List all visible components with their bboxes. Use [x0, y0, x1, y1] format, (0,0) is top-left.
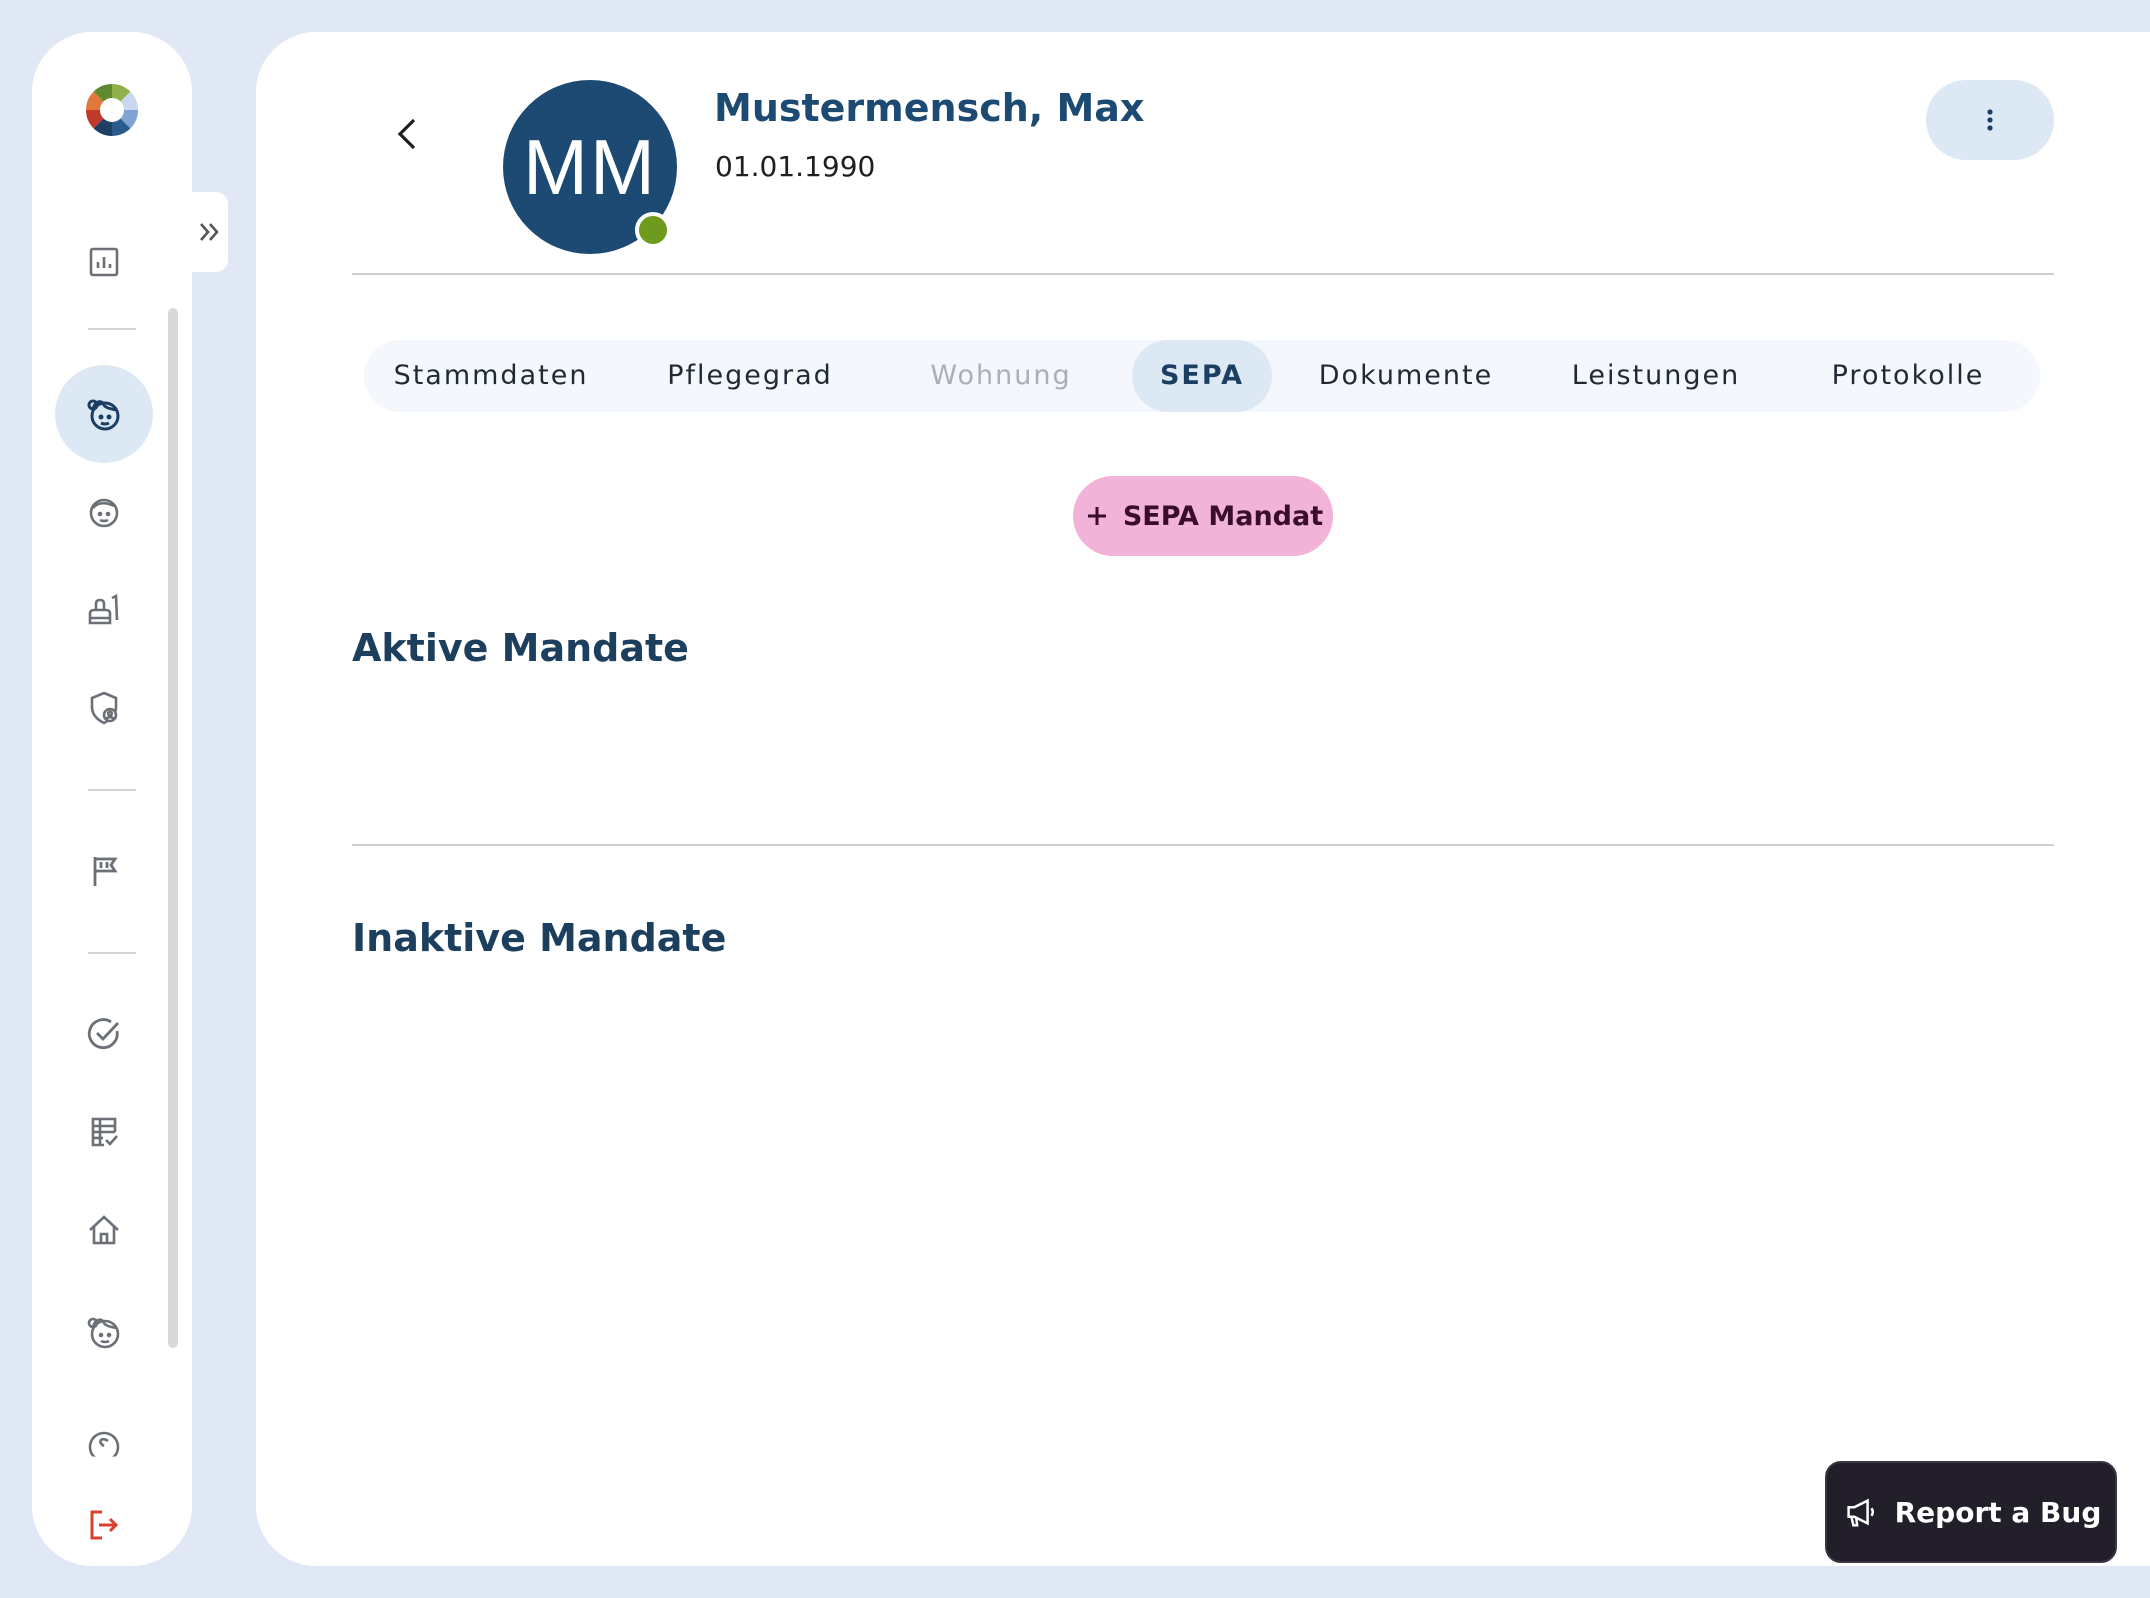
tab-wohnung[interactable]: Wohnung [882, 340, 1120, 412]
add-sepa-mandate-button[interactable]: SEPA Mandat [1073, 476, 1333, 556]
sidebar-divider [88, 328, 136, 330]
sidebar-divider [88, 789, 136, 791]
tab-pflegegrad[interactable]: Pflegegrad [618, 340, 882, 412]
add-sepa-mandate-label: SEPA Mandat [1122, 500, 1324, 532]
patient-birthdate: 01.01.1990 [715, 150, 876, 183]
logout-icon[interactable] [55, 1476, 153, 1574]
sidebar-divider [88, 952, 136, 954]
main-content: MM Mustermensch, Max 01.01.1990 Stammdat… [256, 32, 2150, 1566]
back-arrow-icon[interactable] [376, 102, 440, 166]
home-icon[interactable] [55, 1181, 153, 1279]
relatives-face-icon[interactable] [55, 1283, 153, 1381]
more-options-button[interactable] [1926, 80, 2054, 160]
tab-leistungen[interactable]: Leistungen [1528, 340, 1784, 412]
dashboard-chart-icon[interactable] [55, 213, 153, 311]
caregiver-icon[interactable] [55, 561, 153, 659]
header-divider [352, 273, 2054, 275]
inactive-mandates-title: Inaktive Mandate [352, 916, 727, 960]
clients-face-icon[interactable] [55, 365, 153, 463]
online-status-dot [635, 212, 671, 248]
patient-name: Mustermensch, Max [714, 86, 1145, 130]
report-bug-label: Report a Bug [1894, 1495, 2102, 1529]
plus-icon [1087, 507, 1106, 525]
billing-icon[interactable] [55, 1417, 153, 1457]
tab-protokolle[interactable]: Protokolle [1784, 340, 2032, 412]
tab-bar: Stammdaten Pflegegrad Wohnung SEPA Dokum… [364, 340, 2040, 412]
megaphone-icon [1846, 1498, 1874, 1527]
insurance-shield-icon[interactable] [55, 659, 153, 757]
more-vertical-icon [1987, 109, 1993, 131]
section-divider [352, 844, 2054, 846]
tab-stammdaten[interactable]: Stammdaten [364, 340, 618, 412]
sidebar-scrollbar[interactable] [168, 308, 178, 1348]
person-face-icon[interactable] [55, 463, 153, 561]
tab-sepa[interactable]: SEPA [1132, 340, 1272, 412]
tasks-check-icon[interactable] [55, 985, 153, 1083]
checklist-icon[interactable] [55, 1083, 153, 1181]
sidebar [32, 32, 192, 1566]
report-bug-button[interactable]: Report a Bug [1825, 1461, 2117, 1563]
expand-sidebar-icon[interactable] [192, 192, 228, 272]
flag-icon[interactable] [55, 822, 153, 920]
tab-dokumente[interactable]: Dokumente [1284, 340, 1528, 412]
active-mandates-title: Aktive Mandate [352, 626, 689, 670]
app-logo-icon[interactable] [82, 80, 142, 140]
